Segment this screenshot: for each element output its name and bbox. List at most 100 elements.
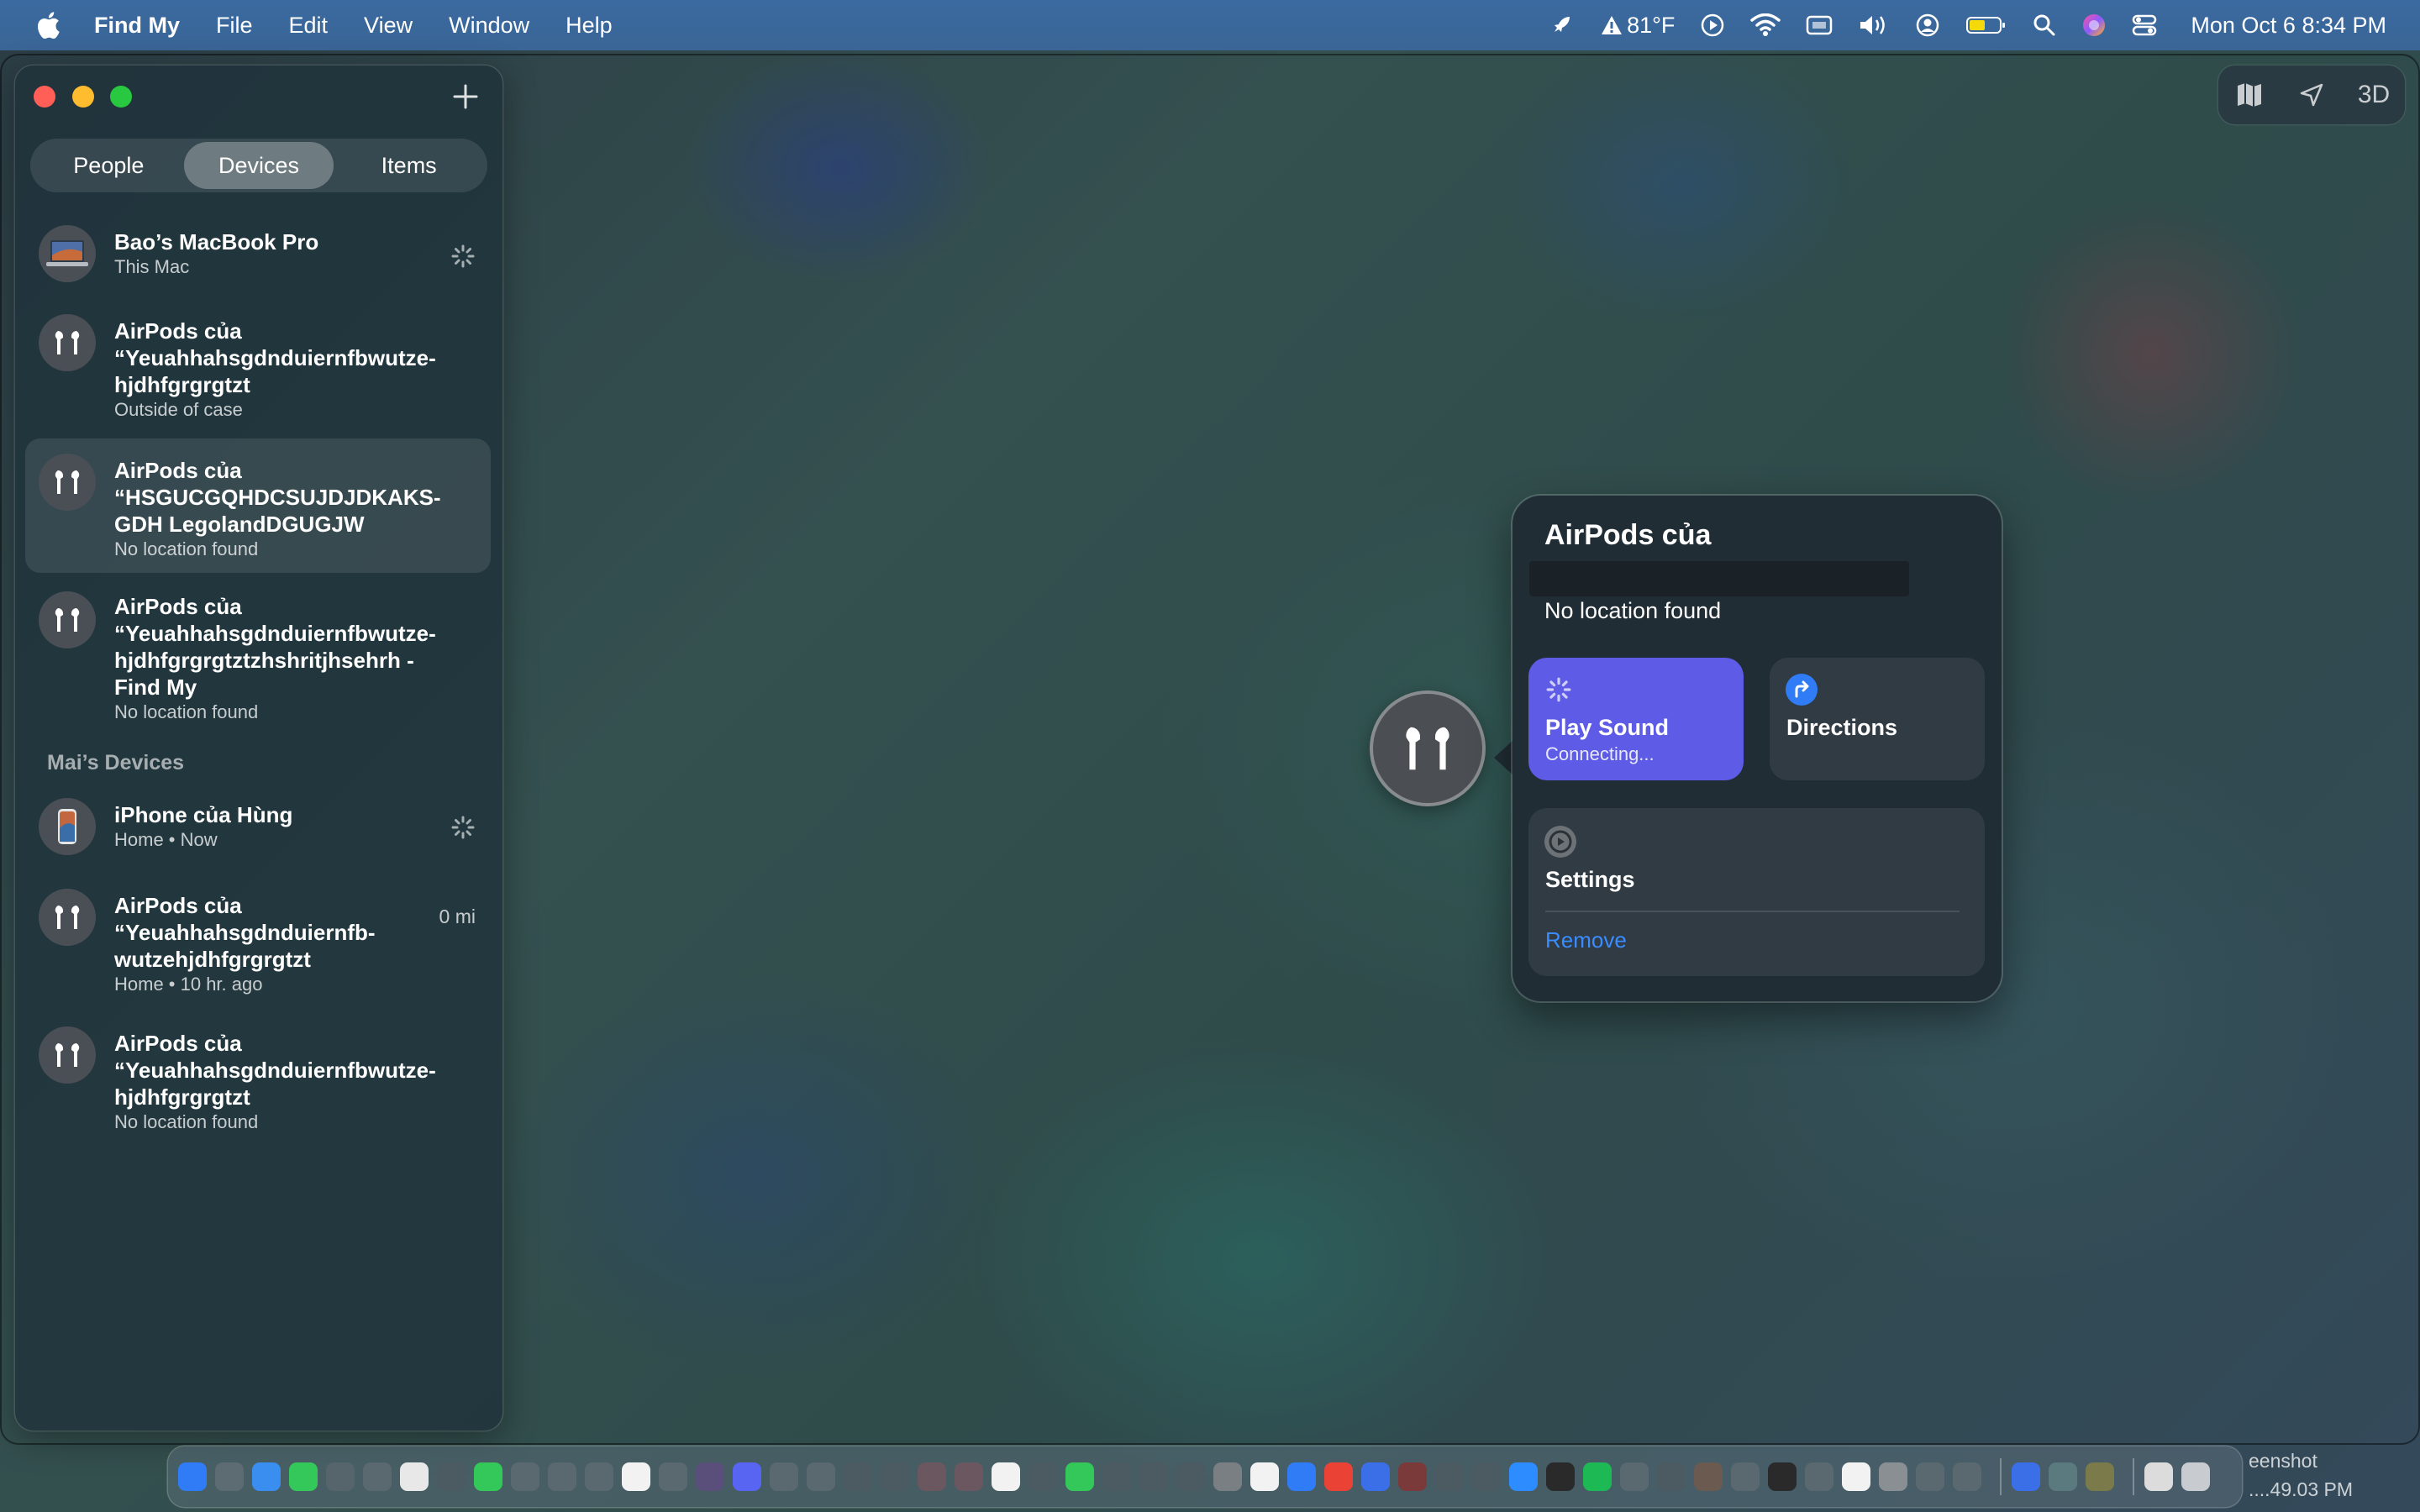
add-icon[interactable] [448,79,483,114]
launchpad-icon[interactable] [215,1462,244,1491]
wordpress-icon[interactable] [1102,1462,1131,1491]
discord-icon[interactable] [733,1462,761,1491]
control-center-icon[interactable] [2132,13,2157,37]
dock-app-icon[interactable] [1250,1462,1279,1491]
dock-app-icon[interactable] [1065,1462,1094,1491]
device-name-line: AirPods của [114,594,242,619]
desktop-screenshot-time: ....49.03 PM [2249,1478,2354,1500]
dock-app-icon[interactable] [2086,1462,2114,1491]
device-row-airpods-2-selected[interactable]: AirPods của “HSGUCGQHDCSUJDJDKAKS- GDH L… [25,438,491,573]
dock-app-icon[interactable] [1879,1462,1907,1491]
rocket-icon[interactable] [1548,12,1575,39]
dock-app-icon[interactable] [1176,1462,1205,1491]
tab-items[interactable]: Items [334,142,484,189]
menu-window[interactable]: Window [449,13,529,39]
dock-app-icon[interactable] [1731,1462,1760,1491]
dock-app-icon[interactable] [659,1462,687,1491]
menu-help[interactable]: Help [566,13,613,39]
remove-link[interactable]: Remove [1545,927,1627,953]
dock-app-icon[interactable] [1805,1462,1833,1491]
dock-app-icon[interactable] [585,1462,613,1491]
play-circle-icon[interactable] [1700,13,1725,38]
safari-icon[interactable] [252,1462,281,1491]
dock-app-icon[interactable] [770,1462,798,1491]
siri-icon[interactable] [2081,13,2107,38]
window-minimize-button[interactable] [72,86,94,108]
dock-app-icon[interactable] [2049,1462,2077,1491]
dock-app-icon[interactable] [1953,1462,1981,1491]
chatgpt-icon[interactable] [622,1462,650,1491]
dock-app-icon[interactable] [1028,1462,1057,1491]
spotlight-search-icon[interactable] [2033,13,2056,37]
device-row-airpods-1[interactable]: AirPods của “Yeuahhahsgdnduiernfbwutze- … [25,307,491,433]
dock-app-icon[interactable] [1657,1462,1686,1491]
dock-app-icon[interactable] [1361,1462,1390,1491]
system-settings-icon[interactable] [1213,1462,1242,1491]
apple-menu-icon[interactable] [34,10,62,40]
device-row-airpods-5[interactable]: AirPods của “Yeuahhahsgdnduiernfbwutze- … [25,1018,491,1144]
segmented-tabs: People Devices Items [30,139,487,192]
dock-app-icon[interactable] [511,1462,539,1491]
zoom-icon[interactable] [1509,1462,1538,1491]
terminal-icon[interactable] [1546,1462,1575,1491]
device-row-airpods-3[interactable]: AirPods của “Yeuahhahsgdnduiernfbwutze- … [25,581,491,732]
dock-app-icon[interactable] [992,1462,1020,1491]
user-account-icon[interactable] [1915,13,1940,38]
chrome-icon[interactable] [1324,1462,1353,1491]
music-icon[interactable] [918,1462,946,1491]
dock-app-icon[interactable] [437,1462,466,1491]
app-store-icon[interactable] [1472,1462,1501,1491]
dock-app-icon[interactable] [696,1462,724,1491]
menu-app-name[interactable]: Find My [94,13,180,39]
menu-file[interactable]: File [216,13,253,39]
dock-app-icon[interactable] [363,1462,392,1491]
volume-icon[interactable] [1858,13,1890,38]
battery-icon[interactable] [1965,15,2007,35]
device-status: No location found [114,1111,259,1132]
device-row-macbook[interactable]: Bao’s MacBook Pro This Mac [25,217,491,292]
dock-app-icon[interactable] [2012,1462,2040,1491]
map-mode-icon[interactable] [2224,70,2275,120]
airplane-icon[interactable] [1768,1462,1797,1491]
opera-icon[interactable] [1398,1462,1427,1491]
wifi-icon[interactable] [1750,13,1781,37]
device-row-iphone[interactable]: iPhone của Hùng Home • Now [25,791,491,862]
airpods-icon [39,591,96,648]
dock-app-icon[interactable] [326,1462,355,1491]
settings-icon [1544,826,1576,858]
dock-app-icon[interactable] [1916,1462,1944,1491]
dock-app-icon[interactable] [1620,1462,1649,1491]
weather-warning-icon[interactable]: 81°F [1600,13,1675,39]
messages-icon[interactable] [289,1462,318,1491]
tv-icon[interactable] [881,1462,909,1491]
dock-app-icon[interactable] [1694,1462,1723,1491]
window-zoom-button[interactable] [110,86,132,108]
finder-icon[interactable] [178,1462,207,1491]
dock-app-icon[interactable] [807,1462,835,1491]
news-icon[interactable] [955,1462,983,1491]
play-sound-button[interactable]: Play Sound Connecting... [1528,658,1744,780]
trash-icon[interactable] [2181,1462,2210,1491]
dock-app-icon[interactable] [844,1462,872,1491]
roblox-icon[interactable] [1842,1462,1870,1491]
menubar-clock[interactable]: Mon Oct 6 8:34 PM [2191,13,2386,39]
keyboard-input-icon[interactable] [1806,14,1833,36]
tab-devices[interactable]: Devices [183,142,334,189]
device-map-pin[interactable] [1370,690,1486,806]
spotify-icon[interactable] [1583,1462,1612,1491]
menu-view[interactable]: View [364,13,413,39]
downloads-stack-icon[interactable] [2144,1462,2173,1491]
dock-app-icon[interactable] [1139,1462,1168,1491]
maps-icon[interactable] [400,1462,429,1491]
facetime-icon[interactable] [474,1462,502,1491]
menu-edit[interactable]: Edit [289,13,329,39]
directions-button[interactable]: Directions [1770,658,1985,780]
location-arrow-icon[interactable] [2286,70,2337,120]
dock-app-icon[interactable] [548,1462,576,1491]
window-close-button[interactable] [34,86,55,108]
device-row-airpods-4[interactable]: AirPods của “Yeuahhahsgdnduiernfb- wutze… [25,880,491,1006]
tab-people[interactable]: People [34,142,184,189]
3d-toggle-button[interactable]: 3D [2349,70,2399,120]
dock-app-icon[interactable] [1435,1462,1464,1491]
messenger-icon[interactable] [1287,1462,1316,1491]
